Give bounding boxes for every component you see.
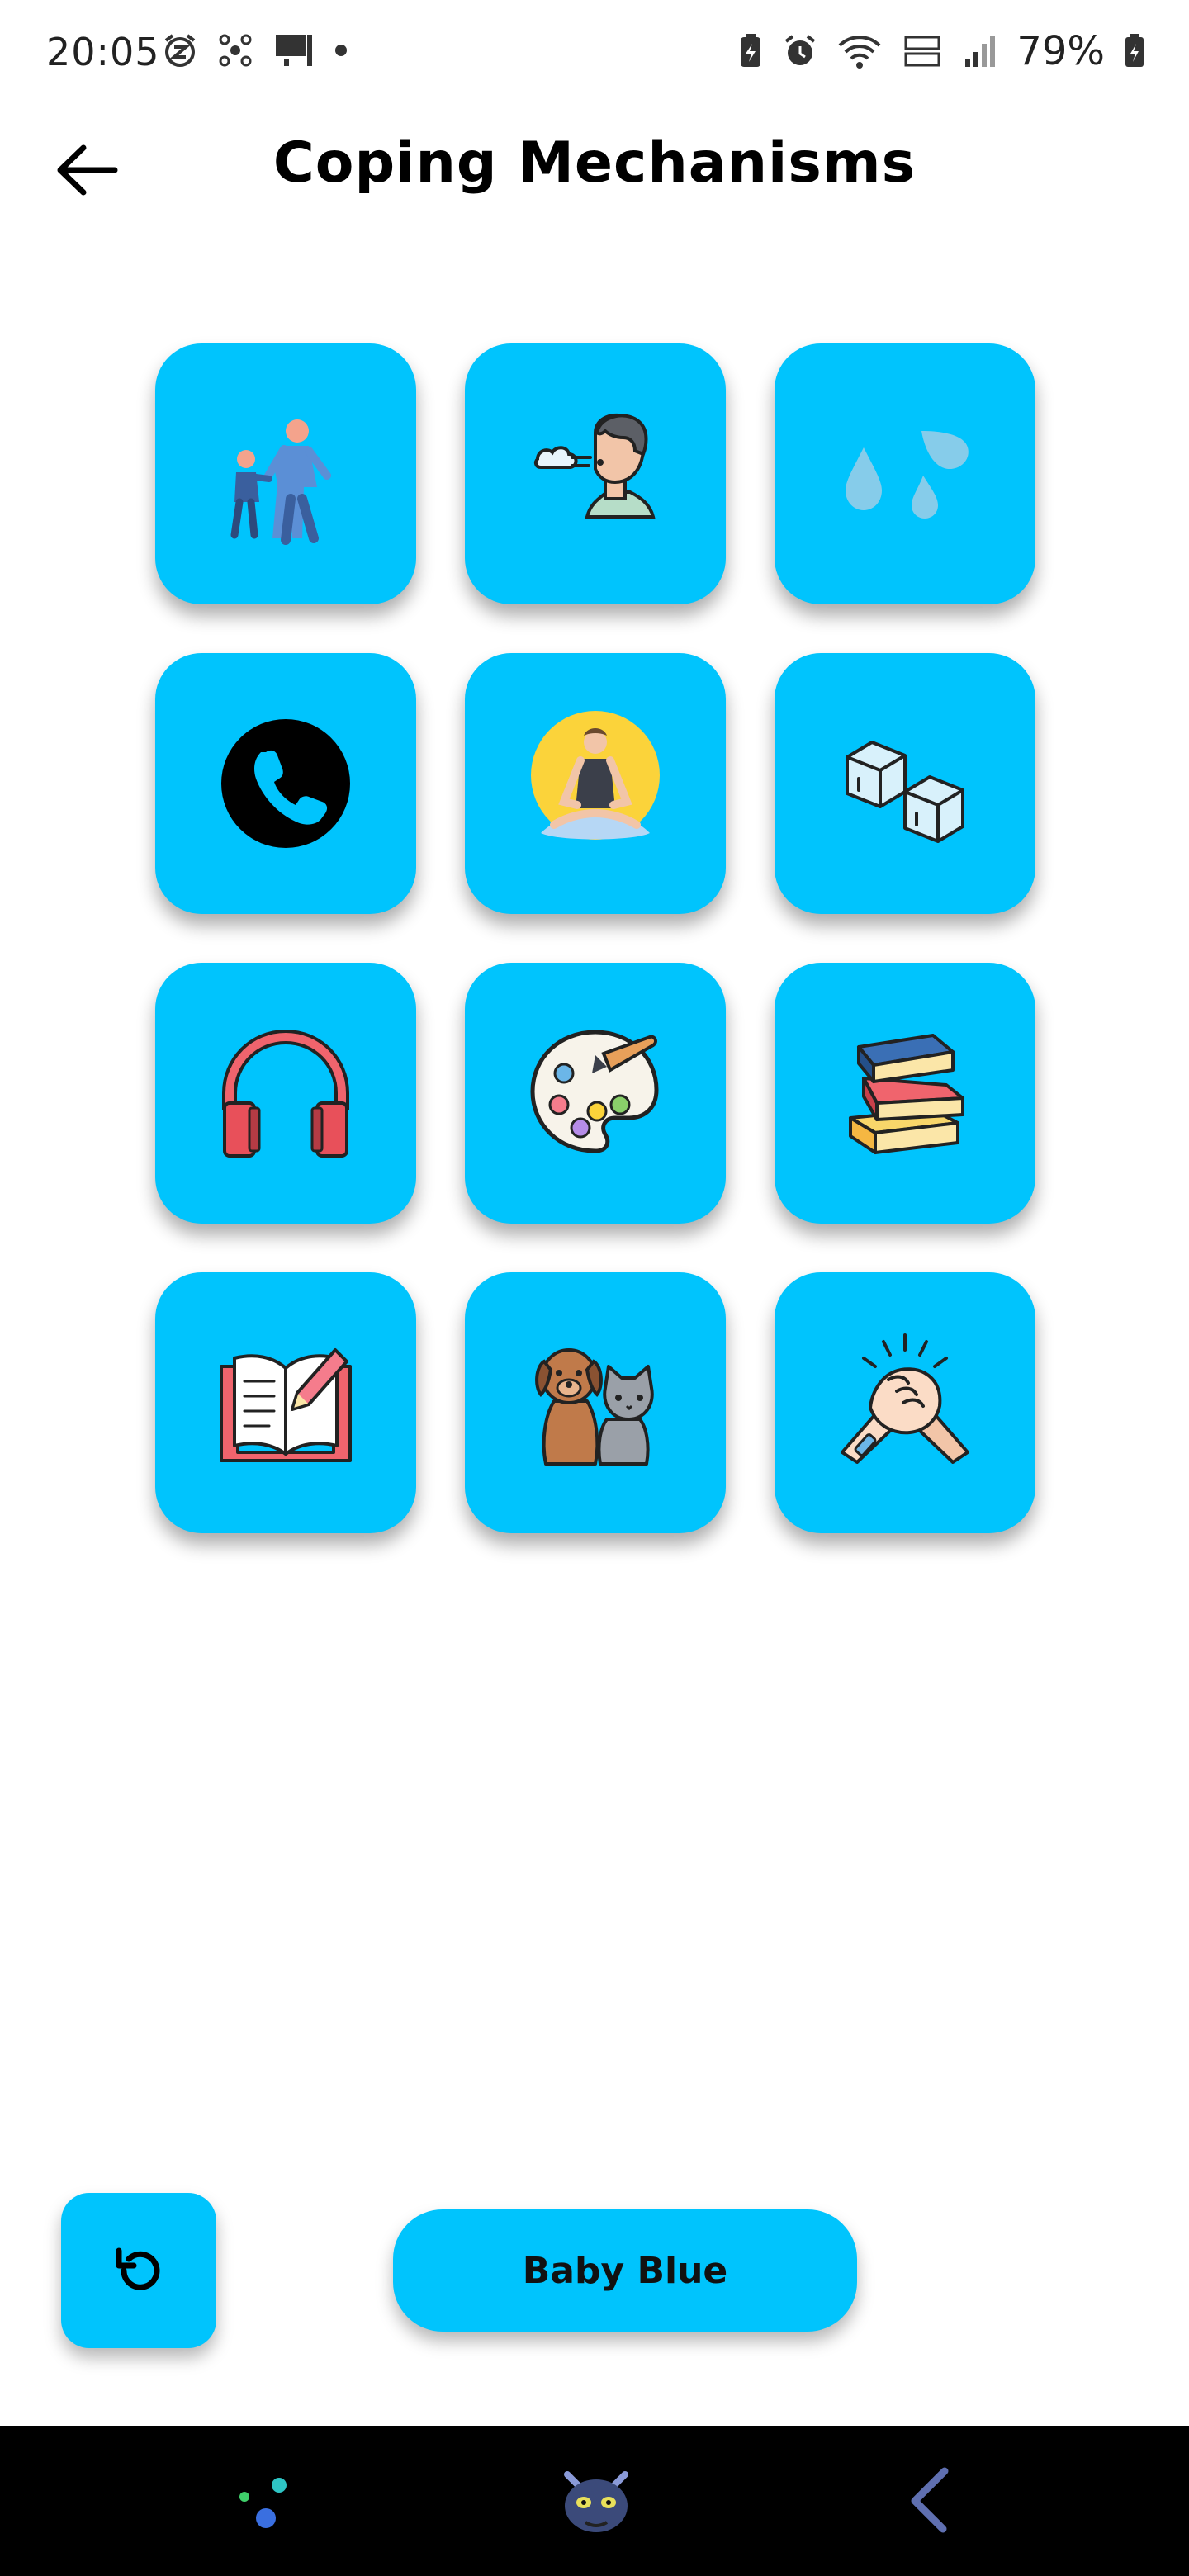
tile-phone[interactable] bbox=[155, 653, 416, 914]
nav-back-button[interactable] bbox=[880, 2451, 979, 2550]
battery-saver-icon bbox=[741, 34, 761, 67]
refresh-icon bbox=[116, 2247, 160, 2290]
breathing-icon bbox=[533, 413, 656, 519]
meditation-icon bbox=[531, 711, 660, 840]
page-title: Coping Mechanisms bbox=[272, 130, 917, 196]
theme-button[interactable]: Baby Blue bbox=[393, 2209, 857, 2332]
phone-call-icon bbox=[221, 719, 350, 848]
pets-icon bbox=[535, 1348, 654, 1466]
signal-icon bbox=[965, 36, 996, 67]
alarm-snooze-icon bbox=[164, 34, 196, 67]
tile-ice[interactable] bbox=[775, 653, 1035, 914]
tile-reading[interactable] bbox=[775, 963, 1035, 1224]
status-bar: 20:05 79% bbox=[0, 0, 1189, 112]
cast-icon bbox=[276, 35, 312, 66]
tile-breathing[interactable] bbox=[465, 343, 726, 604]
reset-button[interactable] bbox=[61, 2193, 216, 2348]
tile-meditation[interactable] bbox=[465, 653, 726, 914]
volte-icon bbox=[904, 36, 940, 67]
nav-home-button[interactable] bbox=[547, 2451, 646, 2550]
water-drops-icon bbox=[846, 431, 969, 519]
notification-dot-icon bbox=[335, 45, 347, 56]
status-time: 20:05 bbox=[46, 30, 160, 74]
network-icon bbox=[219, 34, 252, 67]
status-left-icons bbox=[162, 31, 348, 69]
coping-grid bbox=[155, 343, 1035, 1533]
ice-cubes-icon bbox=[846, 741, 964, 843]
paint-palette-icon bbox=[530, 1030, 659, 1153]
navigation-bar bbox=[0, 2426, 1189, 2576]
tile-water[interactable] bbox=[775, 343, 1035, 604]
nav-recents-button[interactable] bbox=[218, 2451, 317, 2550]
books-icon bbox=[849, 1034, 964, 1154]
wifi-icon bbox=[838, 36, 881, 69]
headphones-icon bbox=[222, 1029, 349, 1158]
hand-clasp-icon bbox=[841, 1333, 969, 1464]
tile-music[interactable] bbox=[155, 963, 416, 1224]
tile-journal[interactable] bbox=[155, 1272, 416, 1533]
tile-art[interactable] bbox=[465, 963, 726, 1224]
tile-pets[interactable] bbox=[465, 1272, 726, 1533]
battery-icon bbox=[1125, 34, 1144, 67]
tile-support[interactable] bbox=[775, 1272, 1035, 1533]
home-dragon-icon bbox=[564, 2471, 628, 2532]
back-chevron-icon bbox=[911, 2467, 949, 2533]
battery-percentage: 79% bbox=[1016, 28, 1105, 74]
walking-together-icon bbox=[230, 419, 331, 545]
tile-walking[interactable] bbox=[155, 343, 416, 604]
alarm-icon bbox=[785, 35, 816, 65]
status-right-icons: 79% bbox=[737, 28, 1146, 74]
recents-orbs-icon bbox=[239, 2478, 287, 2528]
journal-icon bbox=[220, 1348, 352, 1462]
